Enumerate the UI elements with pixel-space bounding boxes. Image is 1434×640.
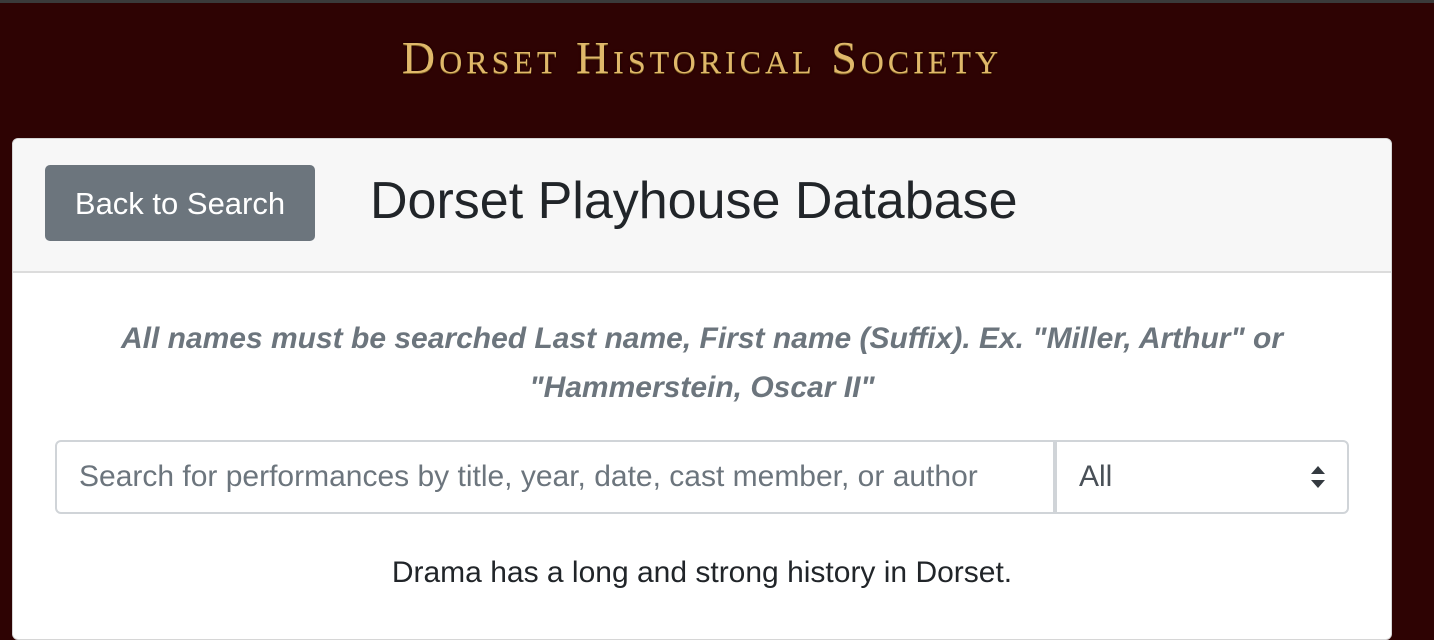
main-card: Back to Search Dorset Playhouse Database… bbox=[12, 138, 1392, 640]
top-border bbox=[0, 0, 1434, 3]
back-to-search-button[interactable]: Back to Search bbox=[45, 165, 315, 241]
filter-select[interactable]: All bbox=[1055, 440, 1349, 514]
search-input[interactable] bbox=[55, 440, 1055, 514]
sort-arrows-icon bbox=[1311, 466, 1325, 488]
card-header: Back to Search Dorset Playhouse Database bbox=[13, 139, 1391, 273]
page-title: Dorset Playhouse Database bbox=[370, 172, 1018, 230]
site-title: Dorset Historical Society bbox=[401, 32, 1003, 83]
filter-select-value: All bbox=[1079, 460, 1113, 493]
intro-text: Drama has a long and strong history in D… bbox=[391, 556, 1013, 589]
search-instructions: All names must be searched Last name, Fi… bbox=[120, 322, 1284, 404]
